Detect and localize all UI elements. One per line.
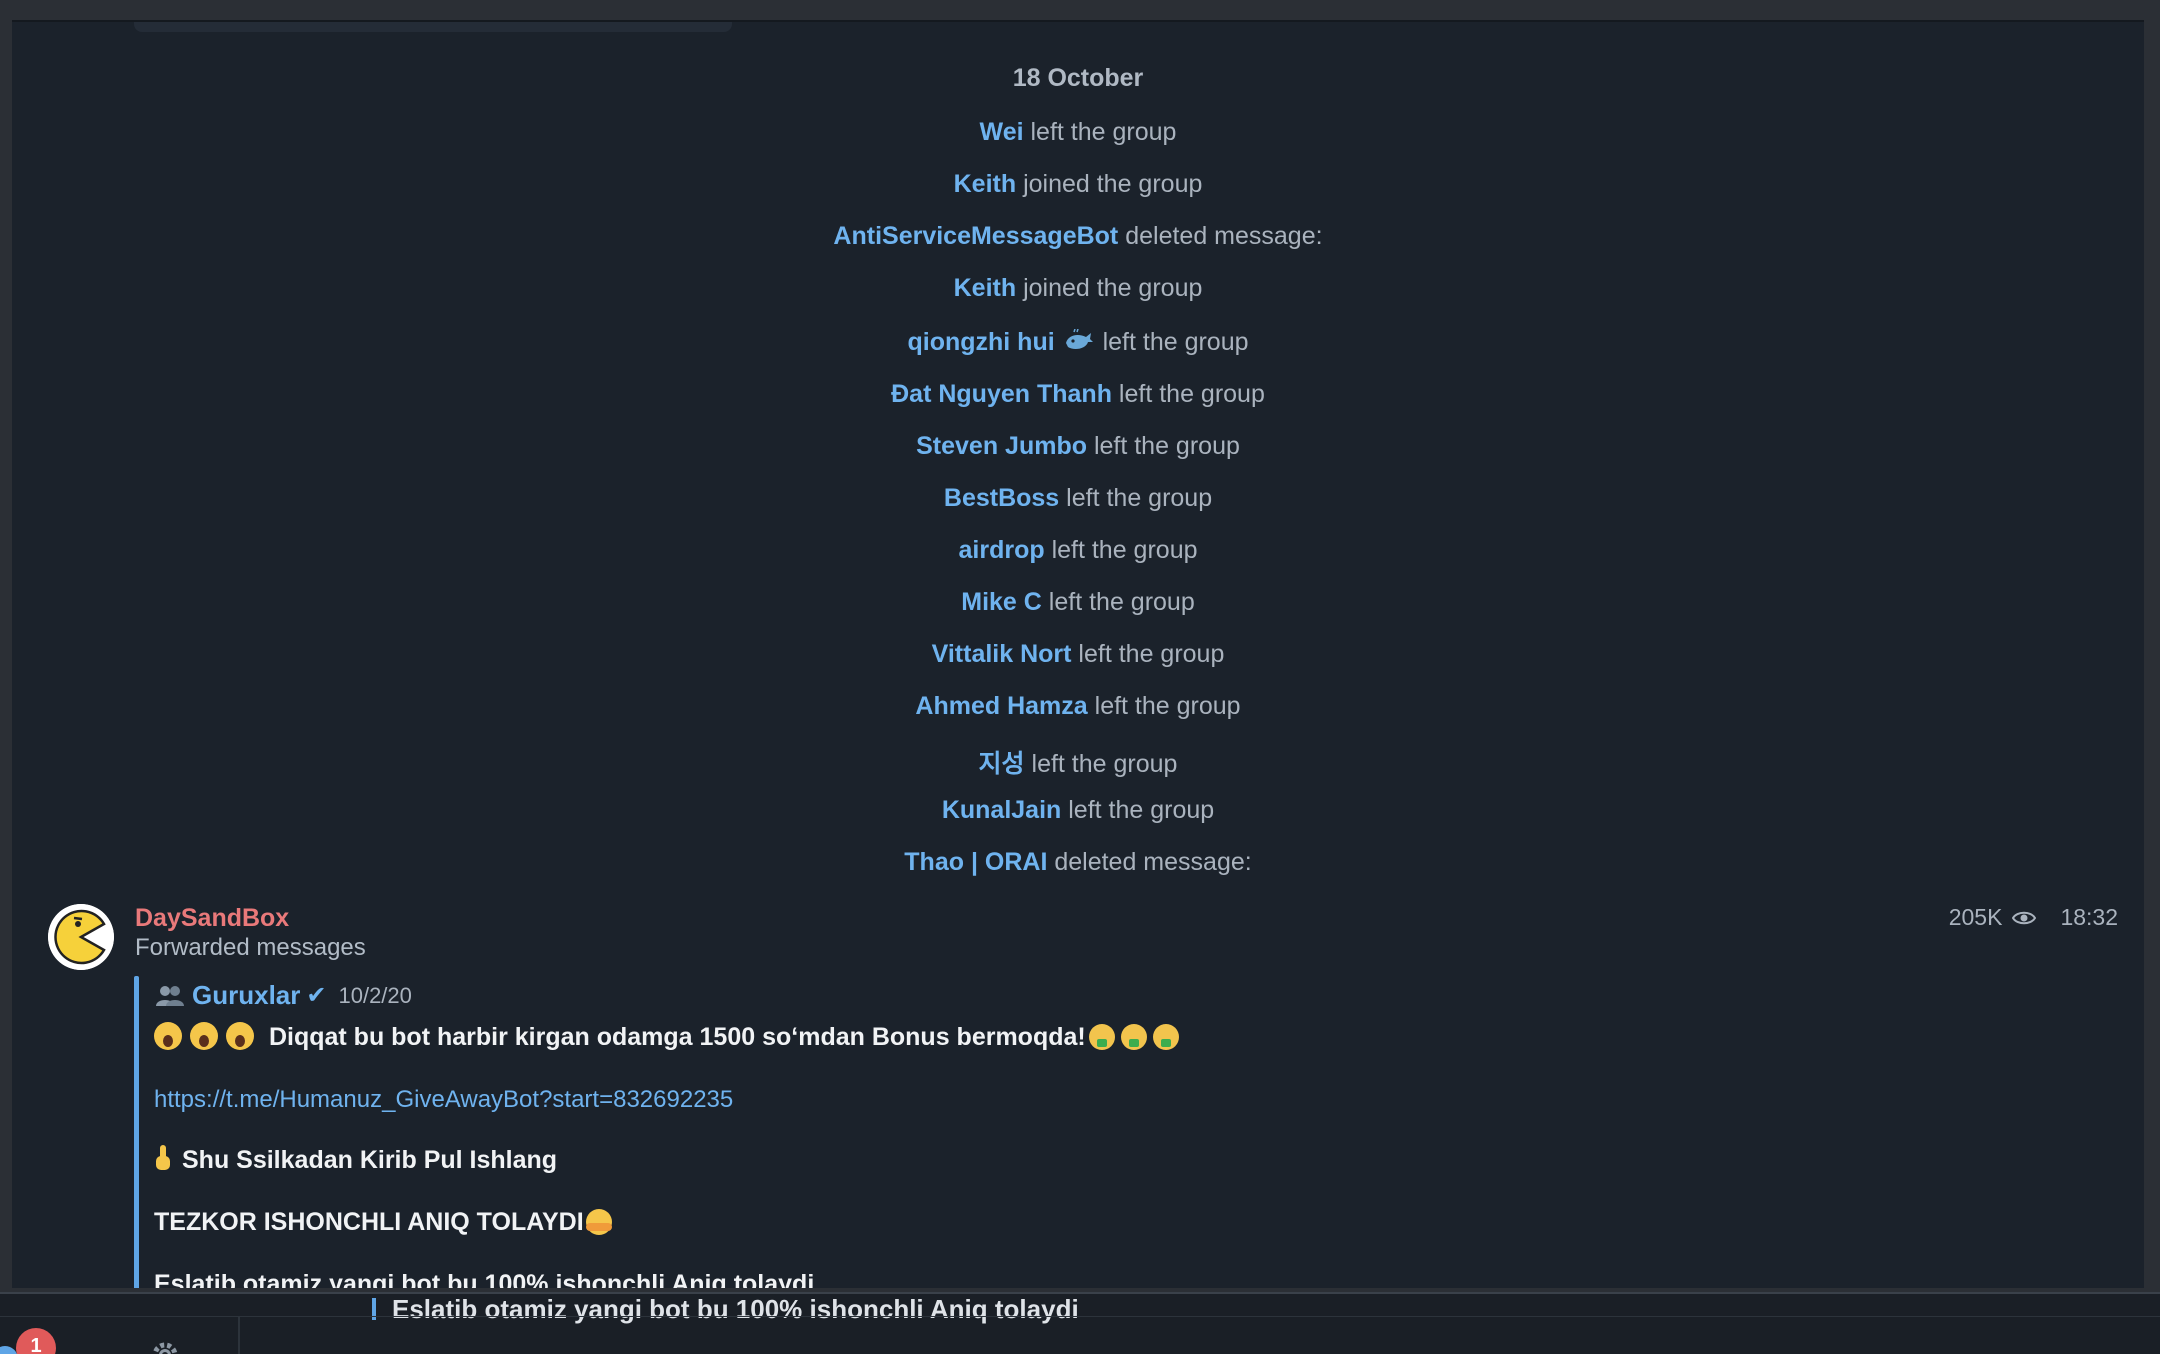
divider	[238, 1316, 240, 1354]
money-mouth-emoji-icon	[1120, 1024, 1147, 1050]
service-message: AntiServiceMessageBot deleted message:	[12, 222, 2144, 251]
service-action: left the group	[1078, 640, 1225, 668]
preview-text: Eslatib otamiz yangi bot bu 100% ishonch…	[392, 1294, 1079, 1324]
forward-header[interactable]: Guruxlar ✔ 10/2/20	[154, 980, 412, 1011]
service-actor[interactable]: AntiServiceMessageBot	[833, 222, 1118, 250]
service-message: Ahmed Hamza left the group	[12, 692, 2144, 721]
service-action: left the group	[1118, 380, 1265, 408]
forwarded-label: Forwarded messages	[135, 934, 366, 961]
group-icon	[156, 985, 184, 1006]
message-reminder: Eslatib otamiz yangi bot bu 100% ishonch…	[154, 1270, 815, 1288]
service-actor[interactable]: Đat Nguyen Thanh	[891, 380, 1112, 408]
service-message: airdrop left the group	[12, 536, 2144, 565]
service-actor[interactable]: Vittalik Nort	[932, 640, 1072, 668]
service-message: Mike C left the group	[12, 588, 2144, 617]
divider	[0, 1316, 2160, 1317]
pointing-up-icon	[156, 1145, 170, 1170]
forward-source-name[interactable]: Guruxlar	[192, 980, 300, 1011]
service-actor[interactable]: KunalJain	[942, 796, 1061, 824]
service-action: left the group	[1093, 432, 1240, 460]
service-message: Wei left the group	[12, 118, 2144, 147]
avatar[interactable]	[48, 904, 114, 970]
service-message: qiongzhi hui left the group	[12, 328, 2144, 357]
service-actor[interactable]: 지성	[979, 750, 1025, 778]
service-message: 지성 left the group	[12, 744, 2144, 780]
service-action: left the group	[1066, 484, 1213, 512]
date-separator: 18 October	[1012, 64, 1144, 92]
service-action: left the group	[1094, 692, 1241, 720]
service-message: KunalJain left the group	[12, 796, 2144, 825]
cta-text: Shu Ssilkadan Kirib Pul Ishlang	[182, 1146, 558, 1174]
service-message: Keith joined the group	[12, 170, 2144, 199]
message-cta: Shu Ssilkadan Kirib Pul Ishlang	[154, 1144, 557, 1175]
service-actor[interactable]: Ahmed Hamza	[915, 692, 1087, 720]
service-actor[interactable]: qiongzhi hui	[907, 328, 1054, 356]
hugging-emoji-icon	[585, 1209, 612, 1235]
view-count: 205K	[1948, 904, 2003, 930]
message-time: 18:32	[2060, 904, 2118, 930]
pacman-avatar-icon	[48, 904, 114, 970]
service-action: left the group	[1048, 588, 1195, 616]
message-claim: TEZKOR ISHONCHLI ANIQ TOLAYDI	[154, 1208, 620, 1237]
forward-date: 10/2/20	[338, 982, 412, 1008]
headline-text: Diqqat bu bot harbir kirgan odamga 1500 …	[268, 1023, 1086, 1051]
unread-badge: 1	[16, 1328, 56, 1354]
service-action: joined the group	[1023, 170, 1203, 198]
service-actor[interactable]: airdrop	[958, 536, 1044, 564]
money-mouth-emoji-icon	[1088, 1024, 1115, 1050]
service-action: deleted message:	[1125, 222, 1323, 250]
service-message: BestBoss left the group	[12, 484, 2144, 513]
service-actor[interactable]: Mike C	[961, 588, 1042, 616]
service-action: deleted message:	[1054, 848, 1252, 876]
service-message: Steven Jumbo left the group	[12, 432, 2144, 461]
service-actor[interactable]: Keith	[954, 274, 1017, 302]
verified-icon: ✔	[306, 982, 327, 1009]
service-actor[interactable]: BestBoss	[944, 484, 1059, 512]
service-message: Đat Nguyen Thanh left the group	[12, 380, 2144, 409]
service-message: Thao | ORAI deleted message:	[12, 848, 2144, 877]
service-actor[interactable]: Keith	[954, 170, 1017, 198]
sender-name[interactable]: DaySandBox	[135, 904, 289, 933]
service-actor[interactable]: Thao | ORAI	[904, 848, 1047, 876]
whale-icon	[1065, 329, 1093, 350]
service-message: Keith joined the group	[12, 274, 2144, 303]
service-action: left the group	[1051, 536, 1198, 564]
service-actor[interactable]: Wei	[980, 118, 1024, 146]
forward-quote-bar	[134, 976, 139, 1288]
bottom-bar: Eslatib otamiz yangi bot bu 100% ishonch…	[0, 1292, 2160, 1354]
claim-text: TEZKOR ISHONCHLI ANIQ TOLAYDI	[154, 1208, 584, 1236]
service-action: left the group	[1102, 328, 1249, 356]
money-mouth-emoji-icon	[1152, 1024, 1179, 1050]
service-action: left the group	[1031, 750, 1178, 778]
service-actor[interactable]: Steven Jumbo	[916, 432, 1087, 460]
service-action: joined the group	[1023, 274, 1203, 302]
eye-icon	[2012, 911, 2037, 924]
service-action: left the group	[1068, 796, 1215, 824]
message-headline: Diqqat bu bot harbir kirgan odamga 1500 …	[154, 1022, 1182, 1052]
service-message: Vittalik Nort left the group	[12, 640, 2144, 669]
scream-emoji-icon	[154, 1022, 182, 1050]
service-action: left the group	[1030, 118, 1177, 146]
previous-message-edge	[134, 22, 732, 32]
message-link[interactable]: https://t.me/Humanuz_GiveAwayBot?start=8…	[154, 1086, 733, 1114]
scream-emoji-icon	[226, 1022, 254, 1050]
chat-history[interactable]: 18 October Wei left the group Keith join…	[12, 20, 2144, 1288]
message-meta: 205K 18:32	[1949, 904, 2118, 931]
scream-emoji-icon	[190, 1022, 218, 1050]
